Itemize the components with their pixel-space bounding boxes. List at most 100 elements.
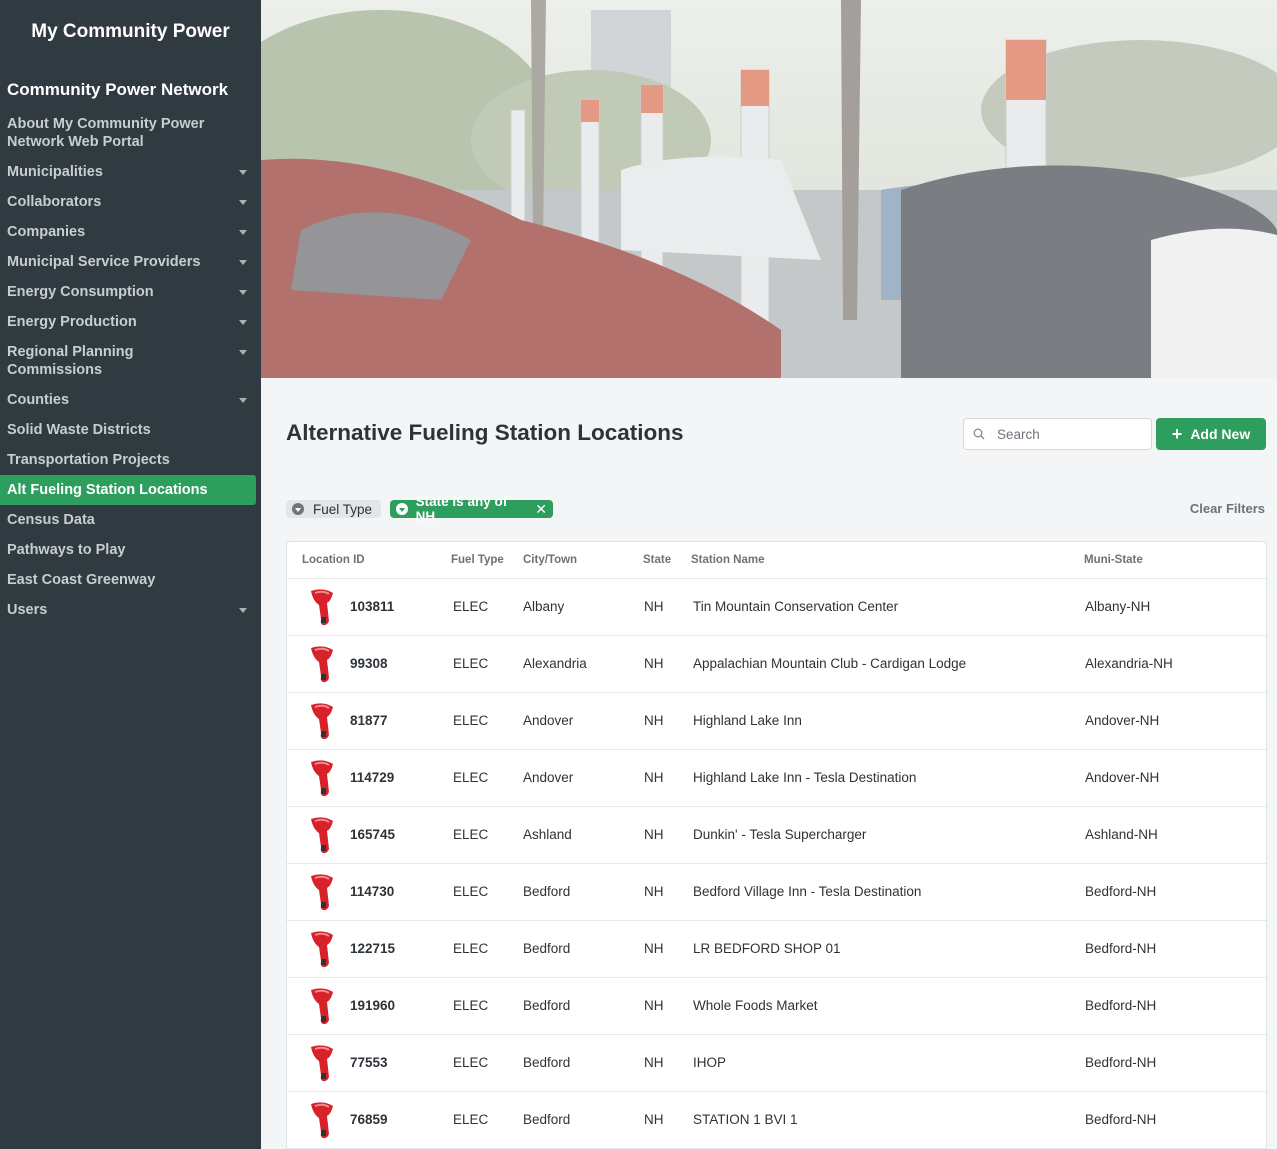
sidebar-item-energy-production[interactable]: Energy Production	[0, 307, 256, 337]
column-header-location-id[interactable]: Location ID	[287, 542, 437, 579]
sidebar-item-regional-planning-commissions[interactable]: Regional Planning Commissions	[0, 337, 256, 385]
location-id-wrap: 191960	[302, 986, 437, 1026]
fuel-pump-icon	[311, 759, 333, 796]
location-id-cell: 191960	[287, 977, 437, 1035]
table-row[interactable]: 191960 ELEC Bedford NH Whole Foods Market Bed…	[287, 977, 1266, 1035]
location-id-wrap: 165745	[302, 815, 437, 855]
location-id-wrap: 99308	[302, 644, 437, 684]
sidebar-item-alt-fueling-station-locations[interactable]: Alt Fueling Station Locations	[0, 475, 256, 505]
chevron-down-icon[interactable]	[239, 170, 247, 175]
city-town-cell: Andover	[523, 692, 633, 750]
sidebar-item-census-data[interactable]: Census Data	[0, 505, 256, 535]
city-town-cell: Alexandria	[523, 635, 633, 693]
chevron-down-icon[interactable]	[239, 398, 247, 403]
chevron-down-icon[interactable]	[239, 230, 247, 235]
fuel-pump-icon	[311, 1044, 333, 1081]
location-id-cell: 122715	[287, 920, 437, 978]
fuel-type-cell: ELEC	[437, 578, 523, 636]
table-row[interactable]: 81877 ELEC Andover NH Highland Lake Inn Andov…	[287, 692, 1266, 750]
state-cell: NH	[633, 920, 687, 978]
sidebar-item-companies[interactable]: Companies	[0, 217, 256, 247]
table-row[interactable]: 122715 ELEC Bedford NH LR BEDFORD SHOP 01 Bed…	[287, 920, 1266, 978]
sidebar-item-transportation-projects[interactable]: Transportation Projects	[0, 445, 256, 475]
state-filter[interactable]: State is any of NH ✕	[390, 494, 553, 524]
sidebar-item-east-coast-greenway[interactable]: East Coast Greenway	[0, 565, 256, 595]
city-town-cell: Andover	[523, 749, 633, 807]
search-input[interactable]	[997, 426, 1147, 442]
fuel-pump-icon	[311, 816, 333, 853]
location-id-value: 103811	[350, 599, 395, 614]
fuel-type-filter[interactable]: Fuel Type	[286, 500, 381, 518]
location-id-wrap: 114729	[302, 758, 437, 798]
column-header-station-name[interactable]: Station Name	[687, 542, 1084, 579]
state-cell: NH	[633, 806, 687, 864]
column-header-state[interactable]: State	[633, 542, 687, 579]
search-box[interactable]	[963, 418, 1152, 450]
sidebar-item-label: East Coast Greenway	[7, 572, 156, 588]
table-header-row: Location ID Fuel Type City/Town State St…	[287, 542, 1266, 579]
location-id-value: 81877	[350, 713, 388, 728]
sidebar-item-label: Energy Production	[7, 314, 137, 330]
station-name-cell: Whole Foods Market	[687, 977, 1084, 1035]
state-cell: NH	[633, 692, 687, 750]
sidebar-item-municipal-service-providers[interactable]: Municipal Service Providers	[0, 247, 256, 277]
station-name-cell: Bedford Village Inn - Tesla Destination	[687, 863, 1084, 921]
stations-table-card: Location ID Fuel Type City/Town State St…	[286, 541, 1267, 1149]
sidebar-item-label: Municipalities	[7, 164, 103, 180]
chevron-down-icon[interactable]	[239, 290, 247, 295]
table-row[interactable]: 165745 ELEC Ashland NH Dunkin' - Tesla Super…	[287, 806, 1266, 864]
close-icon[interactable]: ✕	[535, 501, 547, 518]
brand-title[interactable]: My Community Power	[0, 0, 261, 63]
fuel-type-cell: ELEC	[437, 692, 523, 750]
chevron-down-icon[interactable]	[239, 608, 247, 613]
table-row[interactable]: 77553 ELEC Bedford NH IHOP Bedford-NH	[287, 1034, 1266, 1092]
location-id-wrap: 122715	[302, 929, 437, 969]
city-town-cell: Bedford	[523, 1091, 633, 1149]
column-header-muni-state[interactable]: Muni-State	[1084, 542, 1266, 579]
table-row[interactable]: 114730 ELEC Bedford NH Bedford Village Inn -…	[287, 863, 1266, 921]
muni-state-cell: Andover-NH	[1084, 692, 1266, 750]
column-header-city-town[interactable]: City/Town	[523, 542, 633, 579]
sidebar-item-municipalities[interactable]: Municipalities	[0, 157, 256, 187]
location-id-cell: 81877	[287, 692, 437, 750]
location-id-value: 76859	[350, 1112, 388, 1127]
city-town-cell: Ashland	[523, 806, 633, 864]
location-id-cell: 77553	[287, 1034, 437, 1092]
sidebar-item-collaborators[interactable]: Collaborators	[0, 187, 256, 217]
sidebar: My Community Power Community Power Netwo…	[0, 0, 261, 1149]
chevron-down-icon[interactable]	[239, 350, 247, 355]
sidebar-item-label: Companies	[7, 224, 86, 240]
location-id-value: 122715	[350, 941, 396, 956]
sidebar-item-solid-waste-districts[interactable]: Solid Waste Districts	[0, 415, 256, 445]
fuel-pump-icon	[311, 645, 333, 682]
fuel-type-cell: ELEC	[437, 635, 523, 693]
sidebar-item-pathways-to-play[interactable]: Pathways to Play	[0, 535, 256, 565]
clear-filters-link[interactable]: Clear Filters	[1190, 501, 1265, 516]
sidebar-item-about-my-community-power-network-web-portal[interactable]: About My Community Power Network Web Por…	[0, 109, 256, 157]
sidebar-item-label: Regional Planning Commissions	[7, 344, 134, 378]
fuel-type-cell: ELEC	[437, 749, 523, 807]
column-header-fuel-type[interactable]: Fuel Type	[437, 542, 523, 579]
sidebar-item-energy-consumption[interactable]: Energy Consumption	[0, 277, 256, 307]
add-new-button[interactable]: + Add New	[1156, 418, 1266, 450]
sidebar-item-users[interactable]: Users	[0, 595, 256, 625]
table-row[interactable]: 114729 ELEC Andover NH Highland Lake Inn - T…	[287, 749, 1266, 807]
muni-state-cell: Andover-NH	[1084, 749, 1266, 807]
fuel-type-cell: ELEC	[437, 977, 523, 1035]
sidebar-item-counties[interactable]: Counties	[0, 385, 256, 415]
table-row[interactable]: 99308 ELEC Alexandria NH Appalachian Mountai…	[287, 635, 1266, 693]
table-row[interactable]: 76859 ELEC Bedford NH STATION 1 BVI 1 Bedford…	[287, 1091, 1266, 1149]
location-id-wrap: 77553	[302, 1043, 437, 1083]
location-id-cell: 114730	[287, 863, 437, 921]
chevron-down-icon[interactable]	[239, 320, 247, 325]
fuel-pump-icon	[311, 873, 333, 910]
page-title: Alternative Fueling Station Locations	[286, 420, 684, 445]
table-row[interactable]: 103811 ELEC Albany NH Tin Mountain Conservat…	[287, 578, 1266, 636]
location-id-wrap: 114730	[302, 872, 437, 912]
sidebar-item-label: Census Data	[7, 512, 95, 528]
chevron-down-icon[interactable]	[239, 200, 247, 205]
sidebar-item-label: Alt Fueling Station Locations	[7, 482, 208, 498]
add-new-label: Add New	[1190, 426, 1251, 442]
muni-state-cell: Albany-NH	[1084, 578, 1266, 636]
chevron-down-icon[interactable]	[239, 260, 247, 265]
